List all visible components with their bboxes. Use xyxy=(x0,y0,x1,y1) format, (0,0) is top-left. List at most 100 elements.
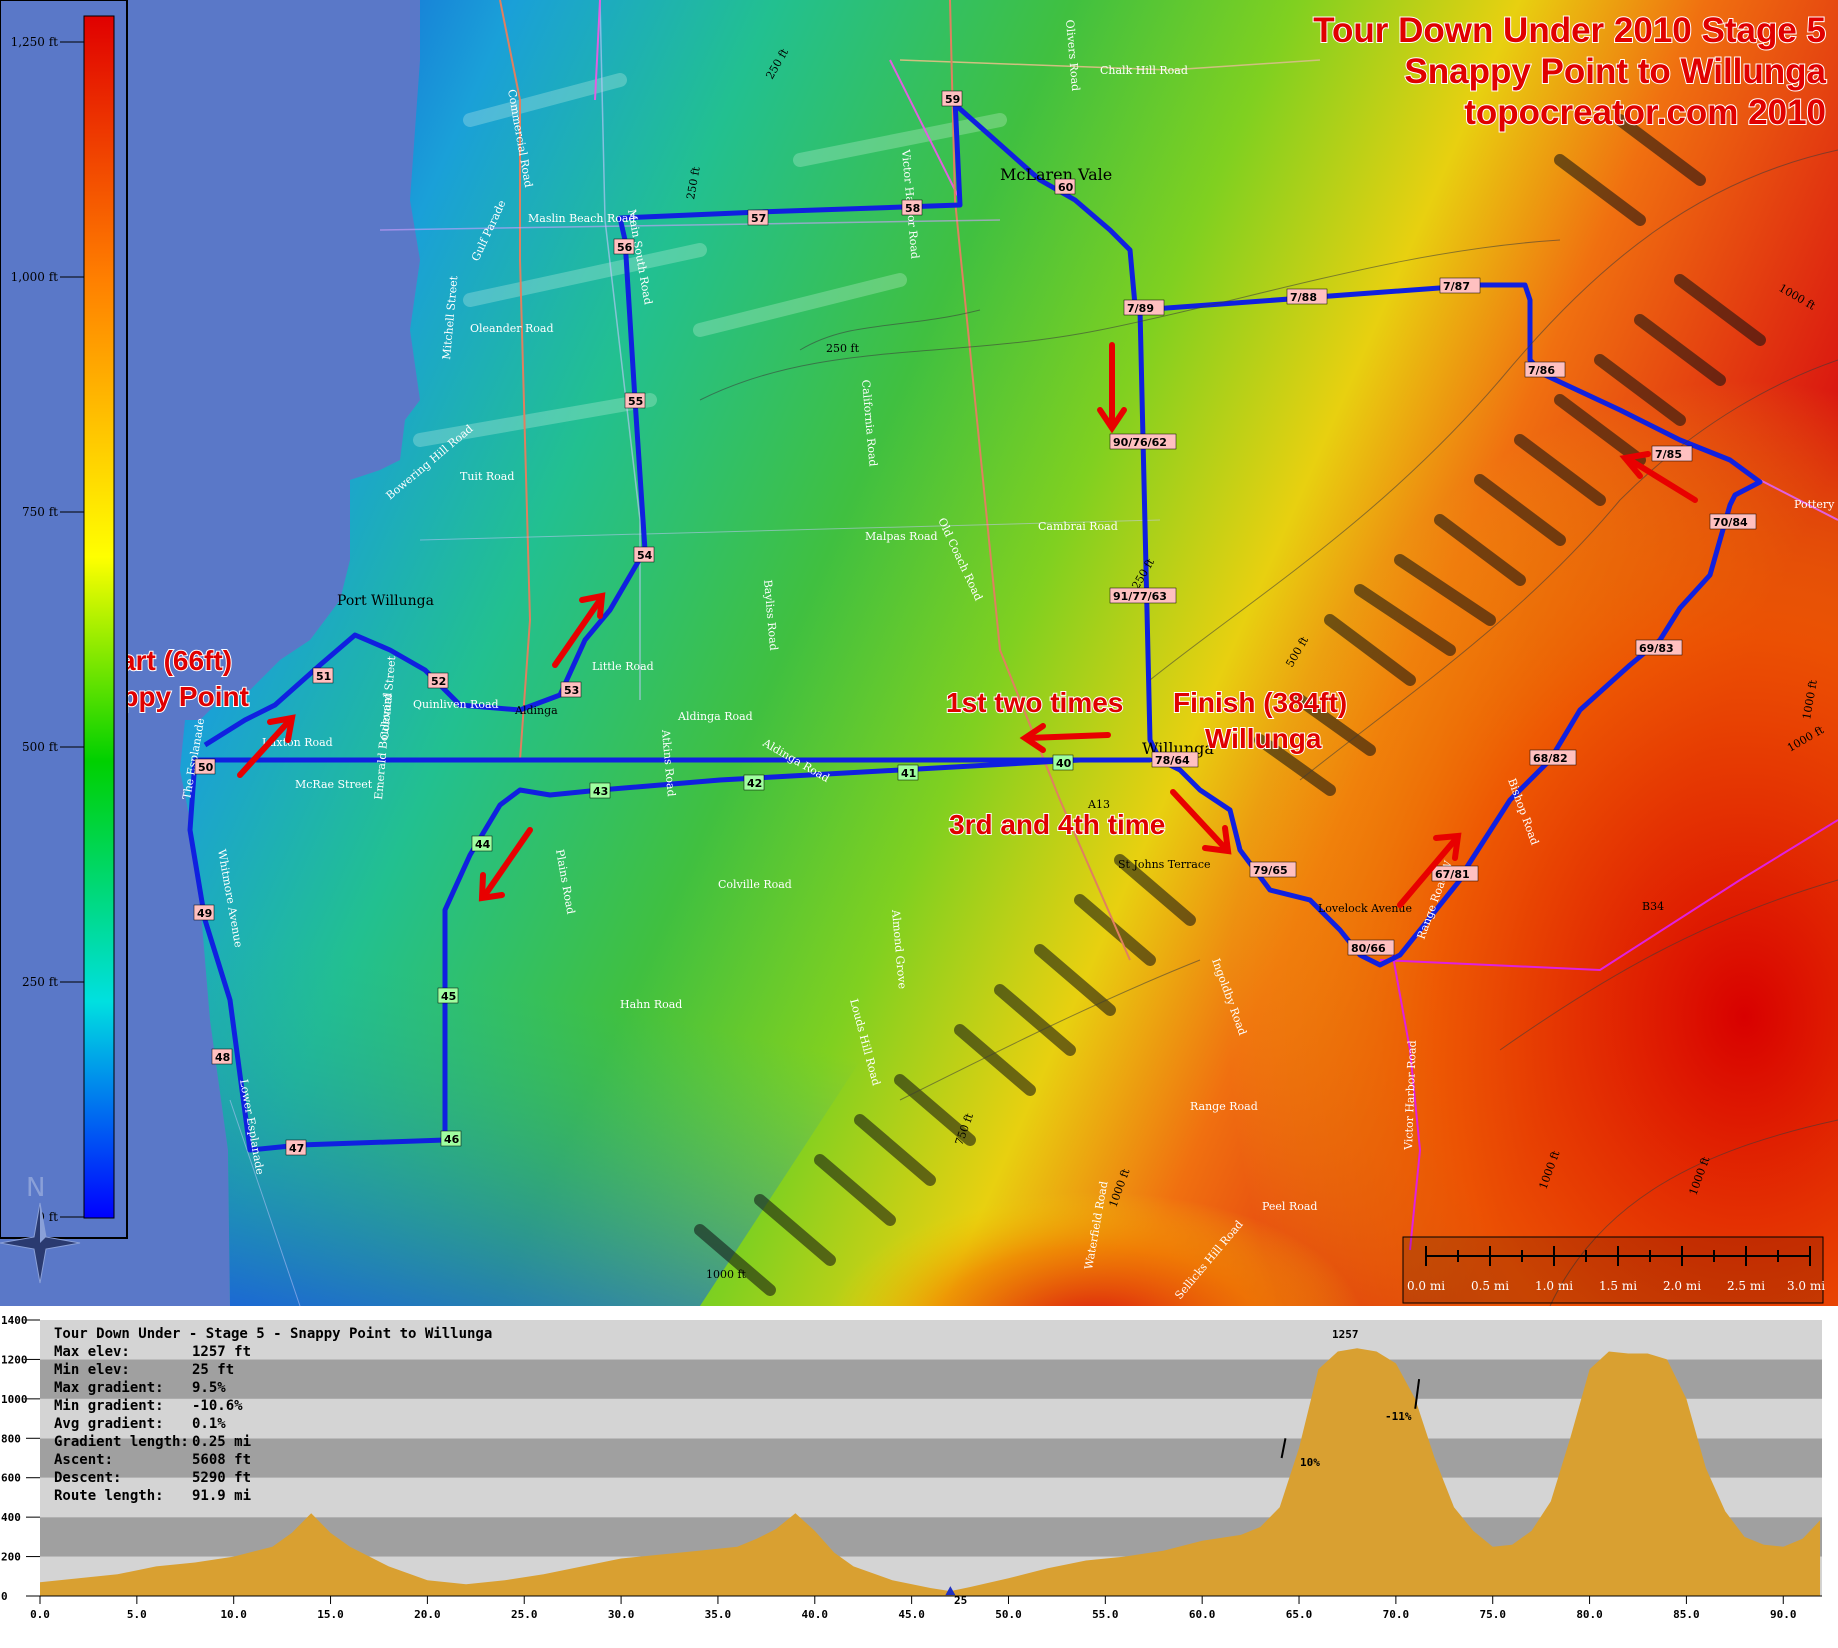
svg-text:41: 41 xyxy=(901,767,916,780)
y-tick-label: 600 xyxy=(1,1472,21,1485)
y-tick-label: 1000 xyxy=(1,1393,28,1406)
stat-value: 1257 ft xyxy=(192,1344,251,1360)
x-tick-label: 35.0 xyxy=(705,1608,732,1621)
km-marker: 78/64 xyxy=(1151,751,1199,768)
km-marker: 52 xyxy=(427,672,449,689)
km-marker: 55 xyxy=(624,392,646,409)
svg-text:46: 46 xyxy=(444,1133,460,1146)
svg-text:7/86: 7/86 xyxy=(1528,364,1555,377)
km-marker: 50 xyxy=(194,758,216,775)
y-tick-label: 0 xyxy=(1,1590,8,1603)
x-tick-label: 30.0 xyxy=(608,1608,635,1621)
title-line-1: Tour Down Under 2010 Stage 5 xyxy=(1313,11,1826,50)
scale-label: 3.0 mi xyxy=(1787,1279,1825,1293)
svg-text:79/65: 79/65 xyxy=(1253,864,1288,877)
svg-text:7/89: 7/89 xyxy=(1127,302,1154,315)
stat-value: 9.5% xyxy=(192,1380,226,1396)
svg-text:60: 60 xyxy=(1058,181,1074,194)
km-marker: 80/66 xyxy=(1347,939,1395,956)
svg-text:69/83: 69/83 xyxy=(1639,642,1674,655)
contour-label: 1000 ft xyxy=(706,1268,747,1281)
svg-text:47: 47 xyxy=(289,1142,304,1155)
km-marker: 7/88 xyxy=(1286,288,1328,305)
x-tick-label: 25.0 xyxy=(511,1608,538,1621)
road-label-oleander: Oleander Road xyxy=(470,322,554,335)
km-marker: 47 xyxy=(285,1139,307,1156)
y-tick-label: 400 xyxy=(1,1511,21,1524)
km-marker: 59 xyxy=(941,90,963,107)
profile-band xyxy=(40,1438,1822,1478)
x-tick-label: 80.0 xyxy=(1576,1608,1603,1621)
svg-text:59: 59 xyxy=(945,93,960,106)
svg-text:43: 43 xyxy=(593,785,608,798)
svg-text:48: 48 xyxy=(215,1051,230,1064)
x-tick-label: 70.0 xyxy=(1383,1608,1410,1621)
legend-tick-250: 250 ft xyxy=(22,975,58,989)
svg-text:68/82: 68/82 xyxy=(1533,752,1568,765)
km-marker: 56 xyxy=(613,238,635,255)
finish-label-2: Willunga xyxy=(1205,723,1322,754)
svg-text:40: 40 xyxy=(1056,757,1072,770)
svg-text:91/77/63: 91/77/63 xyxy=(1113,590,1167,603)
km-marker: 91/77/63 xyxy=(1109,587,1177,604)
km-marker: 42 xyxy=(743,774,765,791)
km-marker: 7/85 xyxy=(1651,445,1693,462)
km-marker: 44 xyxy=(471,835,493,852)
road-label-b34: B34 xyxy=(1642,900,1664,913)
svg-text:50: 50 xyxy=(198,761,214,774)
x-tick-label: 60.0 xyxy=(1189,1608,1216,1621)
stat-label: Avg gradient: xyxy=(54,1416,164,1432)
road-label-malpas-1: Malpas Road xyxy=(865,530,938,543)
y-tick-label: 1200 xyxy=(1,1353,28,1366)
y-tick-label: 1400 xyxy=(1,1314,28,1327)
topographic-map: Port Willunga McLaren Vale Willunga Aldi… xyxy=(0,0,1838,1306)
profile-band xyxy=(40,1359,1822,1399)
svg-text:80/66: 80/66 xyxy=(1351,942,1386,955)
km-marker: 70/84 xyxy=(1709,513,1757,530)
third-fourth-time-label: 3rd and 4th time xyxy=(949,809,1165,840)
legend-tick-1250: 1,250 ft xyxy=(11,35,59,49)
road-label-hahn: Hahn Road xyxy=(620,998,682,1011)
x-tick-label: 45.0 xyxy=(898,1608,925,1621)
road-label-colville: Colville Road xyxy=(718,878,792,891)
km-marker: 45 xyxy=(437,987,459,1004)
svg-text:55: 55 xyxy=(628,395,643,408)
stat-label: Route length: xyxy=(54,1488,164,1504)
road-label-maslin-beach: Maslin Beach Road xyxy=(528,212,635,225)
x-tick-label: 85.0 xyxy=(1673,1608,1700,1621)
legend-tick-750: 750 ft xyxy=(22,505,58,519)
km-marker: 40 xyxy=(1052,754,1074,771)
elevation-profile: 0 200 400 600 800 1000 1200 1400 0.0 5.0 10.0 15.0 2… xyxy=(0,1306,1838,1648)
topo-figure: Port Willunga McLaren Vale Willunga Aldi… xyxy=(0,0,1838,1648)
place-aldinga: Aldinga xyxy=(514,704,558,717)
km-marker: 67/81 xyxy=(1431,865,1479,882)
road-label-cambrai: Cambrai Road xyxy=(1038,520,1118,533)
hills-shade-south xyxy=(600,850,1500,1306)
road-label-quinliven: Quinliven Road xyxy=(413,698,499,711)
stat-label: Max gradient: xyxy=(54,1380,164,1396)
svg-text:49: 49 xyxy=(197,907,212,920)
road-label-mcrae: McRae Street xyxy=(295,778,373,791)
stat-label: Descent: xyxy=(54,1470,121,1486)
stat-label: Gradient length: xyxy=(54,1434,189,1450)
svg-text:90/76/62: 90/76/62 xyxy=(1113,436,1167,449)
svg-text:67/81: 67/81 xyxy=(1435,868,1470,881)
svg-text:70/84: 70/84 xyxy=(1713,516,1748,529)
stat-value: 0.1% xyxy=(192,1416,226,1432)
x-tick-label: 20.0 xyxy=(414,1608,441,1621)
stat-label: Min elev: xyxy=(54,1362,130,1378)
y-tick-label: 800 xyxy=(1,1432,21,1445)
svg-text:7/88: 7/88 xyxy=(1290,291,1317,304)
stat-label: Max elev: xyxy=(54,1344,130,1360)
max-elev-label: 1257 xyxy=(1332,1328,1359,1341)
stat-value: 5608 ft xyxy=(192,1452,251,1468)
stat-label: Min gradient: xyxy=(54,1398,164,1414)
km-marker: 46 xyxy=(440,1130,462,1147)
km-marker: 43 xyxy=(589,782,611,799)
road-label-little: Little Road xyxy=(592,660,654,673)
north-label: N xyxy=(26,1173,45,1203)
km-marker: 90/76/62 xyxy=(1109,433,1177,450)
stat-label: Ascent: xyxy=(54,1452,113,1468)
first-two-times-label: 1st two times xyxy=(946,687,1123,718)
km-marker: 54 xyxy=(633,546,655,563)
